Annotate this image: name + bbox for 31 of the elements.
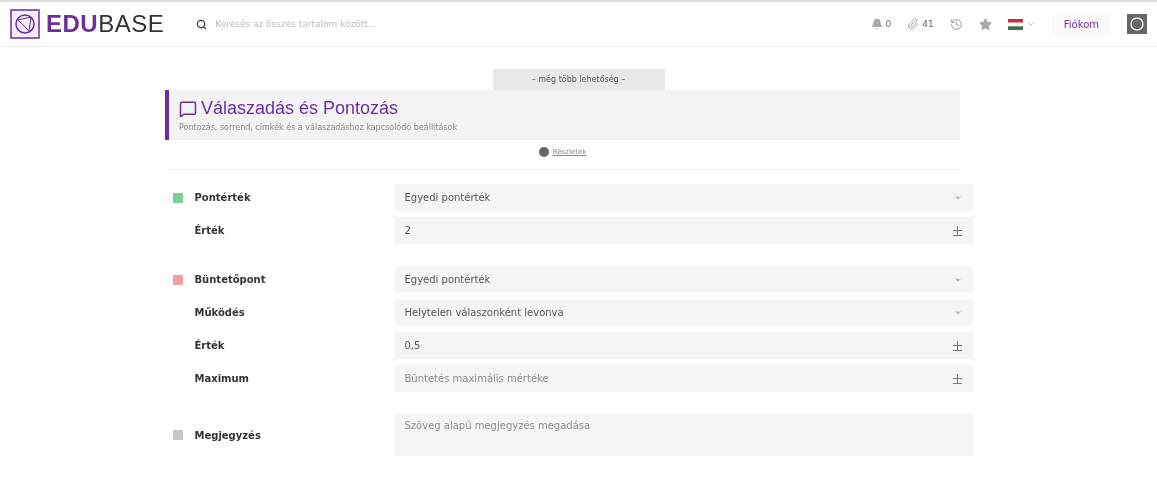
info-icon bbox=[538, 147, 549, 157]
star-icon[interactable] bbox=[978, 17, 992, 31]
logo-icon bbox=[10, 9, 40, 39]
number-field[interactable]: Büntetés maximális mértéke bbox=[394, 365, 973, 392]
field-label: Maximum bbox=[194, 373, 251, 384]
field-label: Megjegyzés bbox=[194, 429, 262, 441]
number-field[interactable]: 0,5 bbox=[394, 332, 973, 359]
more-options-button[interactable]: – még több lehetőség – bbox=[492, 69, 665, 90]
search-icon bbox=[196, 18, 208, 30]
avatar-icon[interactable] bbox=[1127, 14, 1147, 34]
select-field[interactable]: Egyedi pontérték bbox=[394, 184, 973, 211]
paperclip-icon[interactable] bbox=[907, 18, 920, 30]
account-button[interactable]: Fiókom bbox=[1051, 12, 1111, 36]
field-label: Pontérték bbox=[194, 192, 252, 203]
notification-count: 0 bbox=[885, 19, 892, 29]
section-subtitle: Pontozás, sorrend, címkék és a válaszadáshoz kapcsolódó beállítások bbox=[179, 123, 459, 132]
select-field[interactable]: Helytelen válaszonként levonva bbox=[394, 299, 973, 326]
field-label: Működés bbox=[194, 307, 246, 318]
note-field[interactable]: Szöveg alapú megjegyzés megadása bbox=[394, 414, 973, 456]
section-title: Válaszadás és Pontozás bbox=[201, 98, 399, 119]
bell-icon[interactable] bbox=[870, 18, 883, 30]
history-icon[interactable] bbox=[949, 17, 963, 31]
field-label: Érték bbox=[194, 225, 226, 236]
field-label: Érték bbox=[194, 340, 226, 351]
comment-icon bbox=[179, 99, 197, 118]
attachment-count: 41 bbox=[922, 19, 934, 29]
field-label: Büntetőpont bbox=[194, 274, 267, 285]
select-field[interactable]: Egyedi pontérték bbox=[394, 266, 973, 293]
number-field[interactable]: 2 bbox=[394, 217, 973, 244]
logo-text: EDUBASE bbox=[46, 10, 165, 38]
flag-icon[interactable] bbox=[1007, 18, 1023, 30]
